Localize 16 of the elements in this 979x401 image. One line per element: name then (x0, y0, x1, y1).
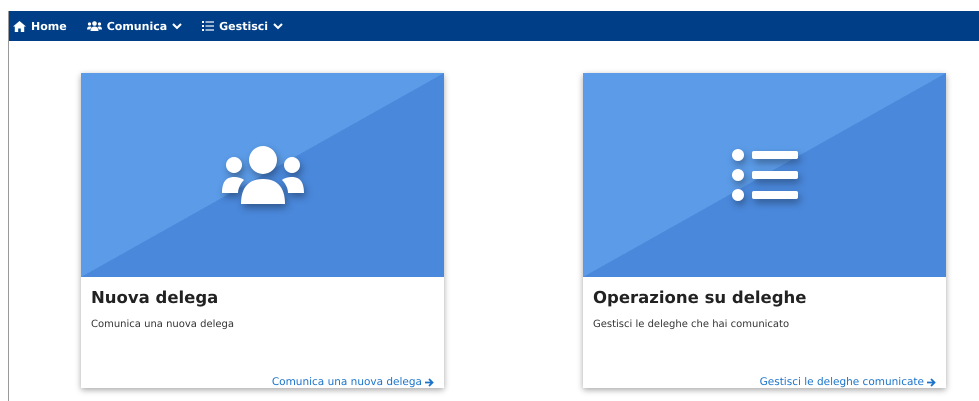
card-title: Operazione su deleghe (593, 288, 808, 307)
card-title: Nuova delega (91, 288, 220, 307)
arrow-icon (425, 378, 434, 386)
users-icon (86, 21, 102, 31)
home-icon (13, 20, 26, 32)
list-icon (202, 21, 214, 31)
card-description: Comunica una nuova delega (91, 319, 236, 330)
users-icon (222, 146, 304, 204)
list-icon (732, 149, 798, 201)
nav-link[interactable]: Comunica (86, 20, 182, 32)
card-description: Gestisci le deleghe che hai comunicato (593, 319, 790, 330)
nav-link[interactable]: Gestisci (202, 20, 284, 32)
card-link[interactable]: Gestisci le deleghe comunicate (760, 376, 936, 388)
nav-link[interactable]: Home (13, 20, 67, 32)
arrow-icon (927, 378, 936, 386)
card-link[interactable]: Comunica una nuova delega (272, 376, 434, 388)
